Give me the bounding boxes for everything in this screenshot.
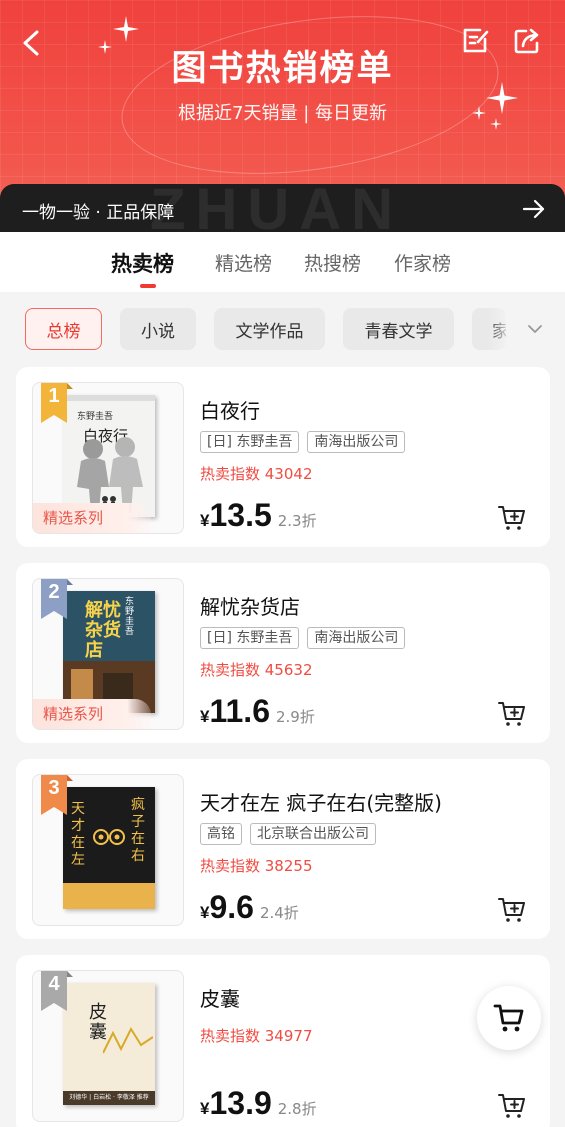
book-title[interactable]: 天才在左 疯子在右(完整版) (200, 787, 442, 816)
publisher-tag[interactable]: 北京联合出版公司 (250, 823, 376, 845)
category-chips: 总榜 小说 文学作品 青春文学 家 (0, 292, 565, 366)
hot-index: 热卖指数 38255 (200, 857, 313, 875)
category-chip-all[interactable]: 总榜 (25, 308, 102, 350)
book-cover: 皮囊 刘德华 | 白岩松 · 李敬泽 推荐 (63, 983, 155, 1105)
discount: 2.3折 (277, 512, 317, 530)
book-cover-frame[interactable]: 天才在左 疯子在右 3 (32, 774, 184, 926)
book-cover: 东野圭吾 白夜行 (63, 395, 155, 517)
price: ¥13.5 2.3折 (200, 497, 317, 534)
discount: 2.8折 (277, 1100, 317, 1118)
category-chip-literature[interactable]: 文学作品 (214, 308, 325, 350)
book-card[interactable]: 皮囊 刘德华 | 白岩松 · 李敬泽 推荐 4 皮囊 热卖指数 34977 ¥1… (16, 955, 550, 1127)
hot-index: 热卖指数 34977 (200, 1027, 313, 1045)
price: ¥11.6 2.9折 (200, 693, 315, 730)
page-subtitle: 根据近7天销量 | 每日更新 (178, 103, 387, 124)
book-tags: 高铭 北京联合出版公司 (200, 823, 376, 845)
publisher-tag[interactable]: 南海出版公司 (307, 627, 406, 649)
category-chip-youth[interactable]: 青春文学 (343, 308, 454, 350)
book-cover: 东野圭吾 解忧杂货店 (63, 591, 155, 713)
rank-badge (41, 971, 73, 1011)
book-title[interactable]: 白夜行 (200, 395, 260, 424)
price: ¥9.6 2.4折 (200, 889, 299, 926)
author-tag[interactable]: 高铭 (200, 823, 242, 845)
price: ¥13.9 2.8折 (200, 1085, 317, 1122)
author-tag[interactable]: [日] 东野圭吾 (200, 627, 300, 649)
series-tag: 精选系列 (33, 503, 151, 533)
book-tags: [日] 东野圭吾 南海出版公司 (200, 431, 406, 453)
discount: 2.9折 (275, 708, 315, 726)
book-cover-frame[interactable]: 东野圭吾 解忧杂货店 2 精选系列 (32, 578, 184, 730)
hot-index: 热卖指数 43042 (200, 465, 313, 483)
cover-line-art (103, 1026, 153, 1054)
guarantee-bar[interactable]: ZHUAN 一物一验 · 正品保障 (0, 184, 565, 234)
add-to-cart-icon[interactable] (498, 897, 526, 923)
chevron-down-icon[interactable] (526, 320, 544, 338)
right-arrow-icon[interactable] (522, 198, 546, 220)
book-cover: 天才在左 疯子在右 (63, 787, 155, 909)
cover-author: 东野圭吾 (125, 597, 135, 637)
price-value: 13.5 (209, 497, 272, 533)
add-to-cart-icon[interactable] (498, 701, 526, 727)
book-cover-frame[interactable]: 皮囊 刘德华 | 白岩松 · 李敬泽 推荐 4 (32, 970, 184, 1122)
cover-title-right: 疯子在右 (131, 797, 145, 864)
cover-author: 东野圭吾 (77, 412, 114, 422)
tab-hot-sales[interactable]: 热卖榜 (111, 248, 174, 278)
cover-footer: 刘德华 | 白岩松 · 李敬泽 推荐 (63, 1091, 155, 1105)
tab-featured[interactable]: 精选榜 (215, 249, 272, 276)
sparkle-icon (113, 16, 139, 42)
book-tags: [日] 东野圭吾 南海出版公司 (200, 627, 406, 649)
cover-title: 解忧杂货店 (85, 600, 121, 661)
rank-badge (41, 775, 73, 815)
tab-hot-search[interactable]: 热搜榜 (304, 249, 361, 276)
price-value: 9.6 (209, 889, 254, 925)
series-tag: 精选系列 (33, 699, 151, 729)
add-to-cart-icon[interactable] (498, 505, 526, 531)
publisher-tag[interactable]: 南海出版公司 (307, 431, 406, 453)
price-value: 11.6 (209, 693, 270, 729)
discount: 2.4折 (259, 904, 299, 922)
book-title[interactable]: 解忧杂货店 (200, 591, 300, 620)
rank-tabs: 热卖榜 精选榜 热搜榜 作家榜 (0, 232, 565, 292)
guarantee-text: 一物一验 · 正品保障 (22, 203, 175, 223)
active-tab-indicator (140, 284, 156, 288)
rank-badge (41, 383, 73, 423)
category-chip-novel[interactable]: 小说 (120, 308, 196, 350)
add-to-cart-icon[interactable] (498, 1093, 526, 1119)
shopping-cart-icon (493, 1004, 524, 1032)
author-tag[interactable]: [日] 东野圭吾 (200, 431, 300, 453)
price-value: 13.9 (209, 1085, 272, 1121)
book-title[interactable]: 皮囊 (200, 983, 240, 1012)
guarantee-background-word: ZHUAN (150, 184, 403, 234)
floating-cart-button[interactable] (477, 986, 541, 1050)
book-card[interactable]: 天才在左 疯子在右 3 天才在左 疯子在右(完整版) 高铭 北京联合出版公司 热… (16, 759, 550, 939)
hot-index: 热卖指数 45632 (200, 661, 313, 679)
book-card[interactable]: 东野圭吾 解忧杂货店 2 精选系列 解忧杂货店 [日] 东野圭吾 南海出版公司 … (16, 563, 550, 743)
book-card[interactable]: 东野圭吾 白夜行 1 精选系列 白夜行 [日] 东野圭吾 南海出版公司 热卖指数… (16, 367, 550, 547)
tab-authors[interactable]: 作家榜 (394, 249, 451, 276)
share-icon[interactable] (512, 26, 542, 56)
cover-face-icon (93, 829, 125, 845)
cover-title-left: 天才在左 (71, 801, 85, 868)
book-cover-frame[interactable]: 东野圭吾 白夜行 1 精选系列 (32, 382, 184, 534)
rank-badge (41, 579, 73, 619)
edit-icon[interactable] (460, 26, 490, 56)
